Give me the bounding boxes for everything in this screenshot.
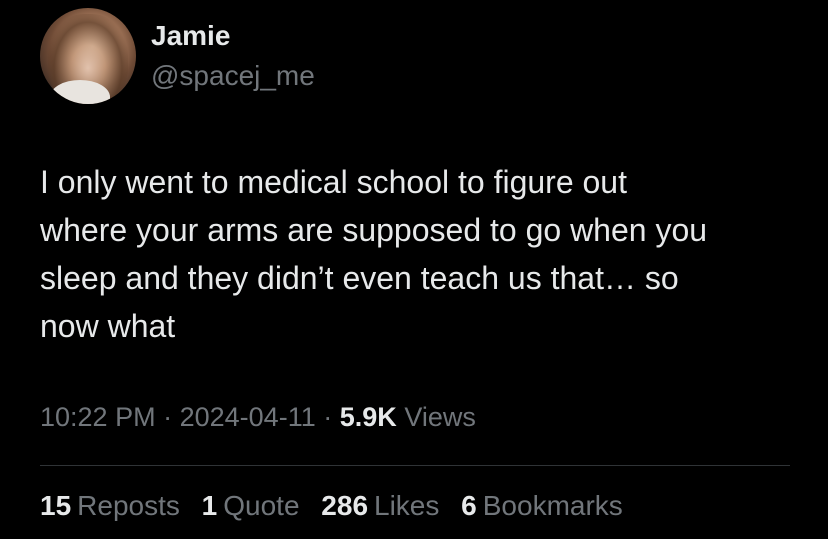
avatar[interactable]: [40, 8, 136, 104]
likes-stat[interactable]: 286 Likes: [321, 490, 439, 522]
divider: [40, 465, 790, 466]
author-handle[interactable]: @spacej_me: [151, 60, 315, 92]
bookmarks-label: Bookmarks: [482, 490, 623, 521]
tweet-time[interactable]: 10:22 PM: [40, 402, 156, 432]
meta-separator: ·: [323, 402, 333, 432]
tweet-meta: 10:22 PM · 2024-04-11 · 5.9K Views: [40, 402, 476, 433]
likes-count: 286: [321, 490, 369, 521]
engagement-stats: 15 Reposts 1 Quote 286 Likes 6 Bookmarks: [40, 490, 637, 522]
bookmarks-count: 6: [461, 490, 477, 521]
views-count: 5.9K: [339, 402, 397, 432]
quotes-count: 1: [201, 490, 218, 521]
tweet-date[interactable]: 2024-04-11: [180, 402, 316, 432]
author-display-name[interactable]: Jamie: [151, 20, 230, 52]
likes-label: Likes: [374, 490, 440, 521]
tweet-text: I only went to medical school to figure …: [40, 164, 708, 344]
reposts-stat[interactable]: 15 Reposts: [40, 490, 180, 522]
bookmarks-stat[interactable]: 6 Bookmarks: [461, 490, 623, 522]
quotes-stat[interactable]: 1 Quote: [202, 490, 300, 522]
reposts-count: 15: [40, 490, 72, 521]
reposts-label: Reposts: [77, 490, 180, 521]
views-label: Views: [404, 402, 476, 432]
tweet: Jamie @spacej_me I only went to medical …: [0, 0, 828, 539]
quotes-label: Quote: [223, 490, 300, 521]
meta-separator: ·: [163, 402, 173, 432]
